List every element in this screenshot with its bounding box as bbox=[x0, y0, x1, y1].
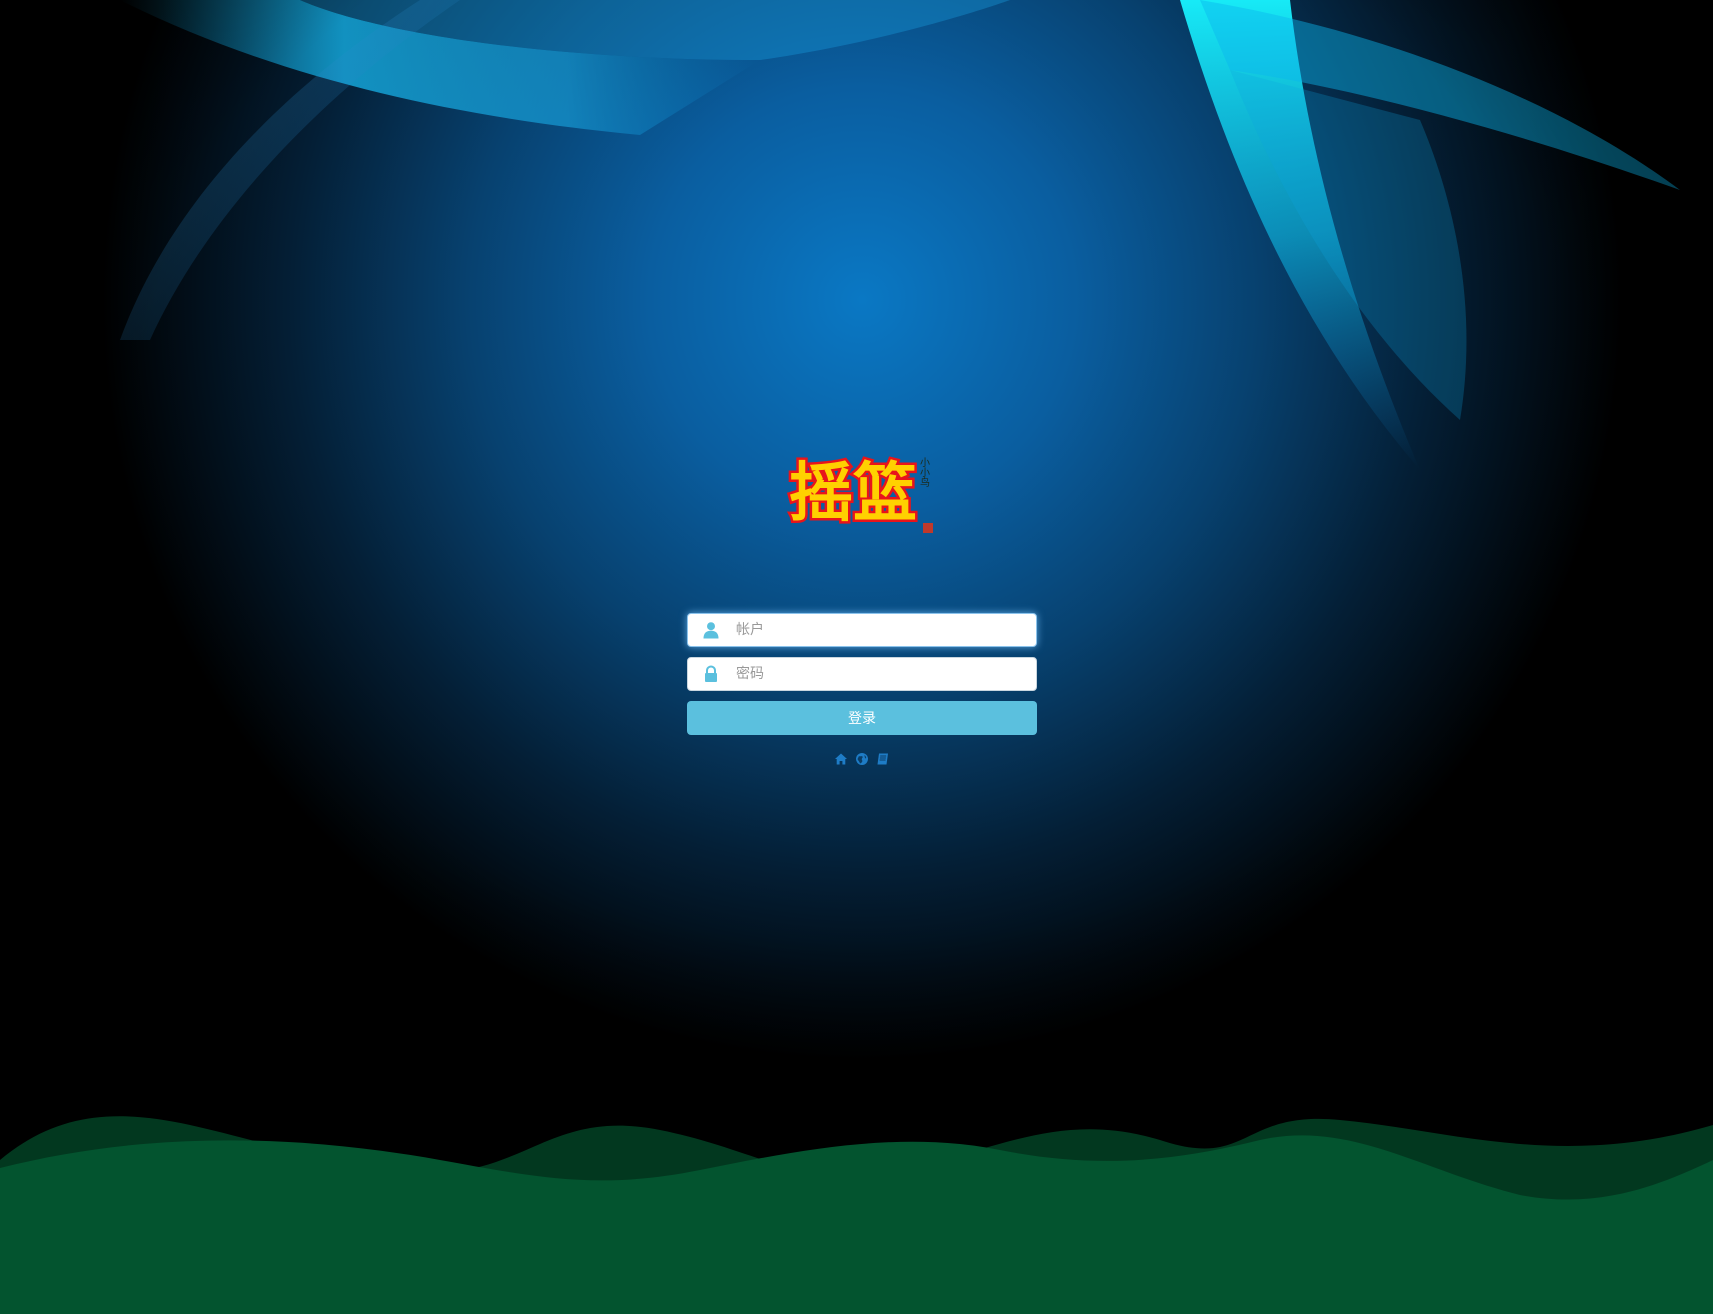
globe-icon[interactable] bbox=[855, 751, 869, 765]
logo-text: 摇篮 bbox=[789, 456, 917, 531]
password-input[interactable] bbox=[736, 658, 1026, 690]
login-page: 摇篮 小小鸟 登录 bbox=[0, 0, 1713, 1314]
lock-icon bbox=[705, 665, 717, 682]
account-field bbox=[687, 613, 1037, 647]
login-button[interactable]: 登录 bbox=[687, 701, 1037, 735]
home-icon[interactable] bbox=[834, 751, 848, 765]
password-field bbox=[687, 657, 1037, 691]
logo-seal bbox=[923, 523, 933, 533]
logo-side-text: 小小鸟 bbox=[918, 457, 930, 488]
book-icon[interactable] bbox=[876, 751, 890, 765]
account-input[interactable] bbox=[736, 614, 1026, 646]
user-icon bbox=[703, 622, 719, 639]
login-form: 登录 bbox=[687, 613, 1037, 765]
logo: 摇篮 小小鸟 bbox=[787, 454, 933, 534]
footer-links bbox=[687, 747, 1037, 765]
